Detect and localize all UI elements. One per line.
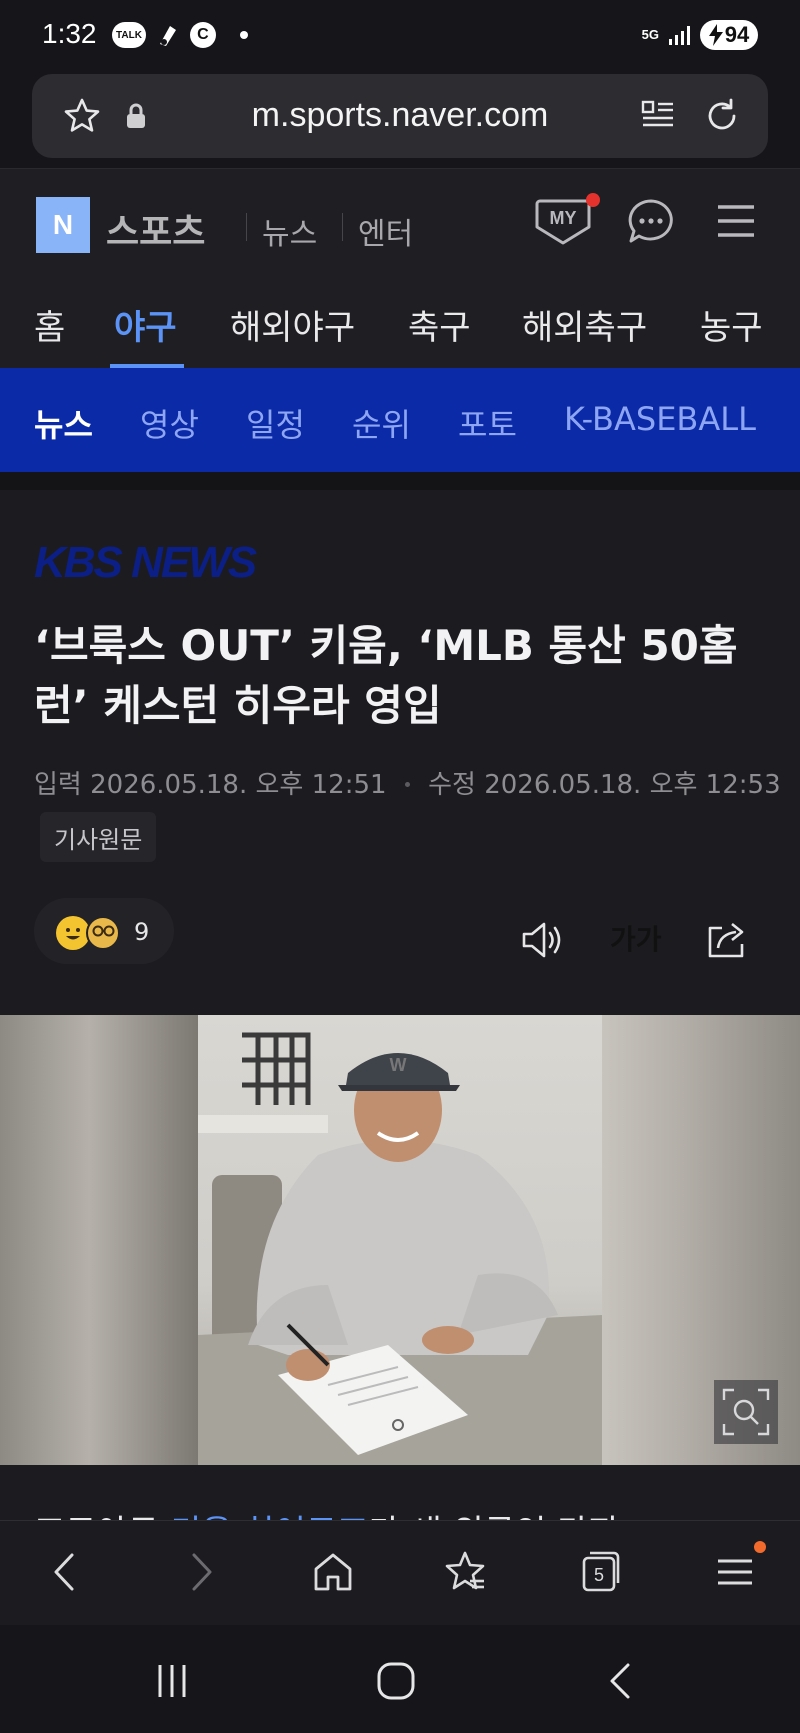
original-article-button[interactable]: 기사원문 (40, 812, 157, 862)
subnav-k-baseball[interactable]: K-BASEBALL (564, 400, 756, 438)
meta-separator (404, 782, 410, 787)
battery-level: 94 (724, 22, 750, 47)
subnav-schedule[interactable]: 일정 (246, 400, 305, 446)
browser-toolbar: m.sports.naver.com (0, 70, 800, 168)
bookmark-icon[interactable] (440, 1547, 490, 1597)
signal-icon (669, 25, 690, 45)
status-bar: 1:32 TALK C 5G 94 (0, 0, 800, 70)
status-system-icons: 5G 94 (642, 20, 758, 50)
back-icon[interactable] (40, 1547, 90, 1597)
app-notification-icon (159, 26, 176, 46)
article-photo[interactable]: W (0, 1015, 800, 1465)
tab-count: 5 (594, 1565, 604, 1585)
article-body-peek: 프로야구 키움 히어로즈가 새 외국인 타자 (0, 1465, 800, 1525)
article-dates: 입력 2026.05.18. 오후 12:51 수정 2026.05.18. 오… (34, 764, 781, 801)
tab-soccer[interactable]: 축구 (408, 300, 471, 349)
subnav-photo[interactable]: 포토 (458, 400, 517, 446)
article-title-line: ‘브룩스 OUT’ 키움, ‘MLB 통산 50홈 (34, 621, 738, 670)
battery-indicator: 94 (700, 20, 758, 50)
subnav-video[interactable]: 영상 (140, 400, 199, 446)
my-label: MY (550, 208, 577, 228)
tab-basketball[interactable]: 농구 (700, 300, 763, 349)
tab-overseas-baseball[interactable]: 해외야구 (230, 300, 355, 349)
chat-icon[interactable] (626, 197, 676, 247)
zoom-icon[interactable] (714, 1380, 778, 1444)
reaction-button[interactable]: 9 (34, 898, 174, 964)
article-title: ‘브룩스 OUT’ 키움, ‘MLB 통산 50홈 런’ 케스턴 히우라 영입 (34, 616, 764, 736)
network-type: 5G (641, 27, 659, 42)
forward-icon[interactable] (176, 1547, 226, 1597)
header-link-enter[interactable]: 엔터 (358, 209, 413, 253)
tab-baseball[interactable]: 야구 (114, 300, 177, 349)
photo-blur-background (0, 1015, 198, 1465)
reload-icon[interactable] (702, 96, 742, 136)
modified-label: 수정 (428, 770, 476, 800)
menu-badge (754, 1541, 766, 1553)
subnav-news[interactable]: 뉴스 (34, 400, 93, 446)
smile-emoji-icon (56, 916, 90, 950)
press-logo[interactable]: KBS NEWS (34, 538, 257, 588)
naver-logo[interactable]: N (36, 197, 90, 253)
header-divider (246, 213, 247, 241)
browser-bottom-bar: 5 (0, 1520, 800, 1625)
font-size-button[interactable]: 가가 (610, 918, 662, 958)
glasses-emoji-icon (86, 916, 120, 950)
header-link-news[interactable]: 뉴스 (262, 209, 317, 253)
browser-menu-icon[interactable] (710, 1547, 760, 1597)
reader-icon[interactable] (640, 98, 676, 134)
system-home-icon[interactable] (374, 1659, 418, 1703)
status-notification-icons: TALK C (112, 22, 248, 48)
system-nav-bar (0, 1625, 800, 1733)
system-back-icon[interactable] (600, 1659, 644, 1703)
reaction-count: 9 (134, 918, 150, 946)
svg-text:W: W (390, 1055, 407, 1075)
charging-icon (708, 24, 723, 46)
section-divider (0, 472, 800, 490)
tab-overseas-soccer[interactable]: 해외축구 (522, 300, 647, 349)
address-bar[interactable]: m.sports.naver.com (32, 74, 768, 158)
baseball-sub-nav: 뉴스 영상 일정 순위 포토 K-BASEBALL (0, 368, 800, 472)
home-icon[interactable] (308, 1547, 358, 1597)
subnav-standings[interactable]: 순위 (352, 400, 411, 446)
input-time: 2026.05.18. 오후 12:51 (90, 770, 387, 800)
talk-icon: TALK (112, 22, 146, 48)
article-title-line: 런’ 케스턴 히우라 영입 (34, 681, 442, 730)
sports-brand[interactable]: 스포츠 (106, 203, 205, 255)
header-divider (342, 213, 343, 241)
modified-time: 2026.05.18. 오후 12:53 (484, 770, 781, 800)
more-notifications-dot (239, 31, 248, 39)
status-time: 1:32 (42, 18, 97, 49)
share-icon[interactable] (704, 918, 750, 962)
c-app-icon: C (189, 22, 216, 48)
sport-tabs: 홈 야구 해외야구 축구 해외축구 농구 (0, 280, 800, 368)
recents-icon[interactable] (150, 1659, 194, 1703)
notification-dot (586, 193, 600, 207)
input-label: 입력 (34, 770, 82, 800)
site-header: N 스포츠 뉴스 엔터 MY (0, 168, 800, 280)
speaker-icon[interactable] (520, 918, 566, 962)
tab-home[interactable]: 홈 (34, 300, 65, 349)
my-icon[interactable]: MY (534, 197, 592, 245)
player-signing-photo: W (198, 1015, 602, 1465)
tabs-icon[interactable]: 5 (576, 1547, 626, 1597)
menu-icon[interactable] (712, 199, 760, 243)
article-header: KBS NEWS ‘브룩스 OUT’ 키움, ‘MLB 통산 50홈 런’ 케스… (0, 490, 800, 1015)
